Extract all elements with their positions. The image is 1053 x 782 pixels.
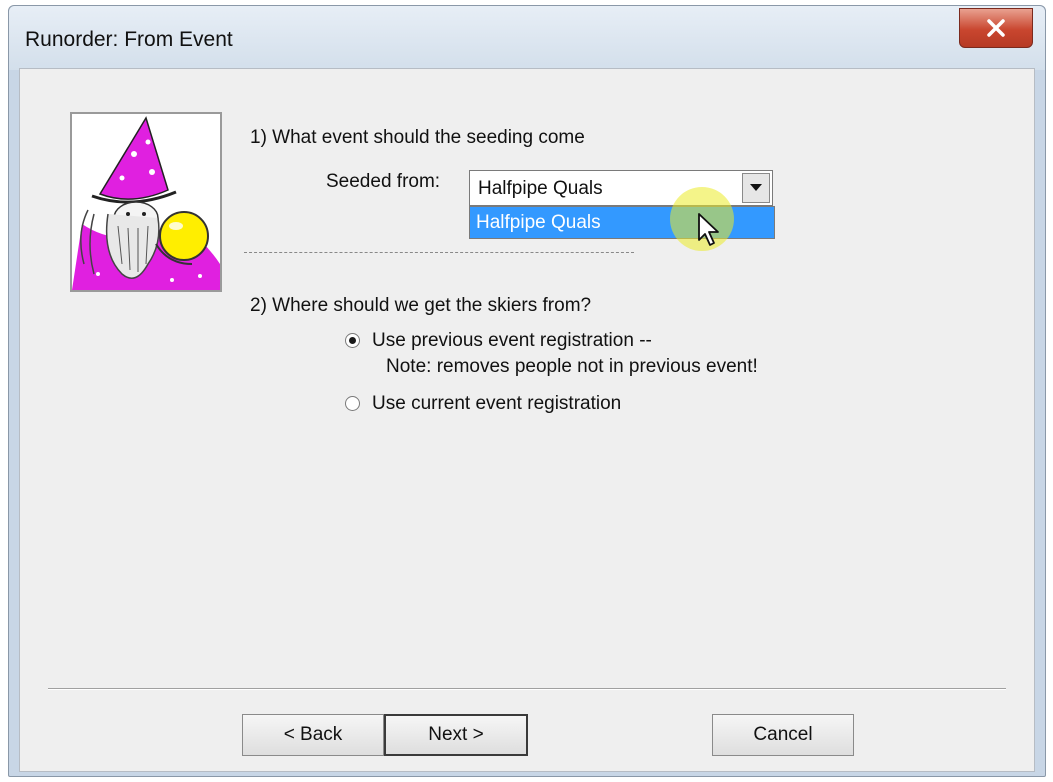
radio-previous-registration-label[interactable]: Use previous event registration -- [372, 330, 652, 352]
radio-selected-dot [349, 337, 356, 344]
dropdown-option-label: Halfpipe Quals [476, 212, 601, 233]
footer-separator [48, 688, 1006, 690]
dialog-content: 1) What event should the seeding come Se… [19, 68, 1035, 772]
combobox-dropdown-button[interactable] [742, 173, 770, 203]
title-bar[interactable]: Runorder: From Event [9, 6, 1045, 70]
radio-previous-registration[interactable] [345, 333, 360, 348]
chevron-down-icon [750, 184, 762, 191]
window-title: Runorder: From Event [25, 28, 233, 51]
radio-previous-registration-note: Note: removes people not in previous eve… [386, 356, 758, 377]
close-button[interactable] [959, 8, 1033, 48]
radio-current-registration[interactable] [345, 396, 360, 411]
seeded-from-label: Seeded from: [326, 171, 441, 192]
next-button[interactable]: Next > [384, 714, 528, 756]
mouse-pointer-icon [698, 213, 719, 246]
cancel-button[interactable]: Cancel [712, 714, 854, 756]
dialog-window: Runorder: From Event 1) What event shoul… [8, 5, 1046, 777]
wizard-crystal-ball-icon [70, 112, 222, 292]
combobox-value: Halfpipe Quals [478, 178, 603, 199]
step2-question: 2) Where should we get the skiers from? [250, 295, 592, 316]
radio-current-registration-label[interactable]: Use current event registration [372, 393, 621, 415]
back-button[interactable]: < Back [242, 714, 384, 756]
close-icon [987, 19, 1005, 37]
dashed-separator [244, 252, 634, 253]
step1-question: 1) What event should the seeding come [250, 127, 585, 148]
